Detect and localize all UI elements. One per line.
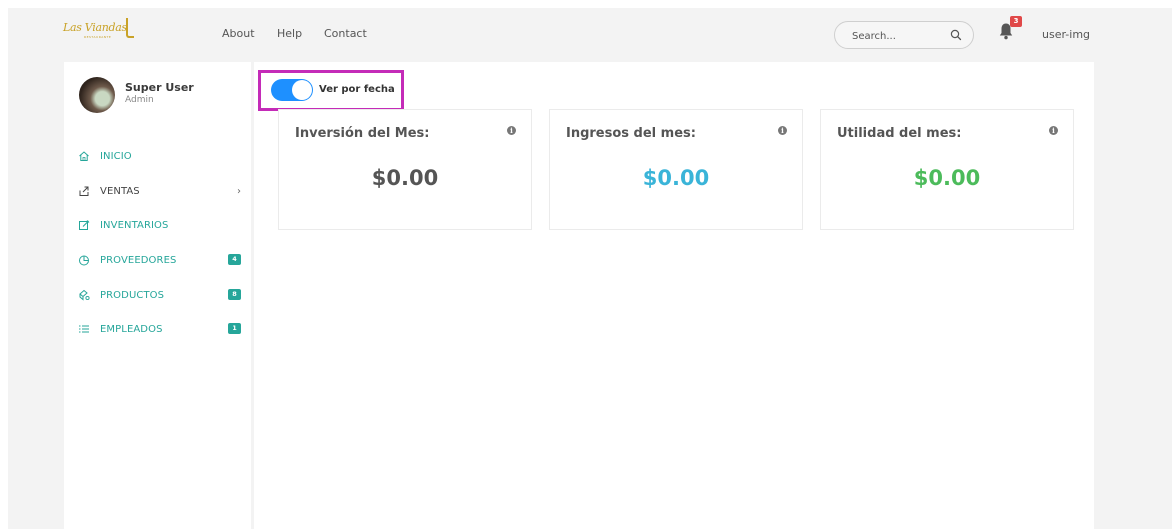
- notification-badge: 3: [1010, 16, 1022, 27]
- sidebar: Super User Admin INICIO VENTAS › INVENTA…: [64, 62, 251, 529]
- user-role: Admin: [125, 95, 154, 105]
- sidebar-item-label: PRODUCTOS: [100, 290, 165, 301]
- chevron-right-icon: ›: [237, 186, 241, 197]
- sidebar-item-label: VENTAS: [100, 186, 140, 197]
- card-value: $0.00: [642, 166, 710, 190]
- top-navbar: Las Viandas RESTAURANTE About Help Conta…: [8, 8, 1172, 60]
- sidebar-item-badge: 1: [228, 323, 241, 334]
- logo[interactable]: Las Viandas: [63, 21, 127, 34]
- edit-icon: [79, 220, 90, 230]
- search-box: [834, 21, 974, 49]
- app-window: Las Viandas RESTAURANTE About Help Conta…: [8, 8, 1172, 529]
- info-icon[interactable]: i: [507, 126, 516, 135]
- sidebar-item-badge: 8: [228, 289, 241, 300]
- sidebar-item-label: INVENTARIOS: [100, 220, 169, 231]
- nav-link-help[interactable]: Help: [277, 27, 302, 40]
- logo-subtitle: RESTAURANTE: [84, 35, 112, 39]
- card-value: $0.00: [371, 166, 439, 190]
- toggle-label[interactable]: Ver por fecha: [319, 84, 395, 95]
- sidebar-item-ventas[interactable]: VENTAS ›: [78, 183, 241, 203]
- main-content: Ver por fecha Inversión del Mes: i $0.00…: [254, 62, 1094, 529]
- card-utilidad: Utilidad del mes: i $0.00: [820, 109, 1074, 230]
- info-icon[interactable]: i: [1049, 126, 1058, 135]
- card-inversion: Inversión del Mes: i $0.00: [278, 109, 532, 230]
- sidebar-item-proveedores[interactable]: PROVEEDORES 4: [78, 252, 241, 272]
- avatar[interactable]: [79, 77, 115, 113]
- sidebar-item-inicio[interactable]: INICIO: [78, 148, 238, 168]
- toggle-knob: [292, 80, 312, 100]
- sidebar-item-label: INICIO: [100, 151, 132, 162]
- date-toggle-switch[interactable]: [271, 79, 313, 101]
- search-icon[interactable]: [949, 28, 963, 42]
- list-icon: [79, 325, 89, 333]
- user-menu[interactable]: user-img: [1042, 28, 1090, 41]
- card-title: Utilidad del mes:: [837, 126, 962, 141]
- home-icon: [79, 151, 89, 161]
- card-ingresos: Ingresos del mes: i $0.00: [549, 109, 803, 230]
- products-icon: [79, 289, 90, 301]
- sidebar-item-label: PROVEEDORES: [100, 255, 177, 266]
- sidebar-item-label: EMPLEADOS: [100, 324, 163, 335]
- search-input[interactable]: [850, 27, 949, 45]
- share-icon: [79, 186, 89, 196]
- logo-mark: [126, 18, 134, 38]
- sidebar-item-empleados[interactable]: EMPLEADOS 1: [78, 321, 241, 341]
- user-name: Super User: [125, 81, 194, 94]
- sidebar-item-productos[interactable]: PRODUCTOS 8: [78, 287, 241, 307]
- nav-link-contact[interactable]: Contact: [324, 27, 367, 40]
- pie-chart-icon: [79, 255, 89, 266]
- card-title: Ingresos del mes:: [566, 126, 696, 141]
- sidebar-item-badge: 4: [228, 254, 241, 265]
- card-value: $0.00: [913, 166, 981, 190]
- date-toggle-highlight: Ver por fecha: [258, 70, 404, 111]
- nav-link-about[interactable]: About: [222, 27, 255, 40]
- sidebar-item-inventarios[interactable]: INVENTARIOS: [78, 217, 238, 237]
- info-icon[interactable]: i: [778, 126, 787, 135]
- card-title: Inversión del Mes:: [295, 126, 430, 141]
